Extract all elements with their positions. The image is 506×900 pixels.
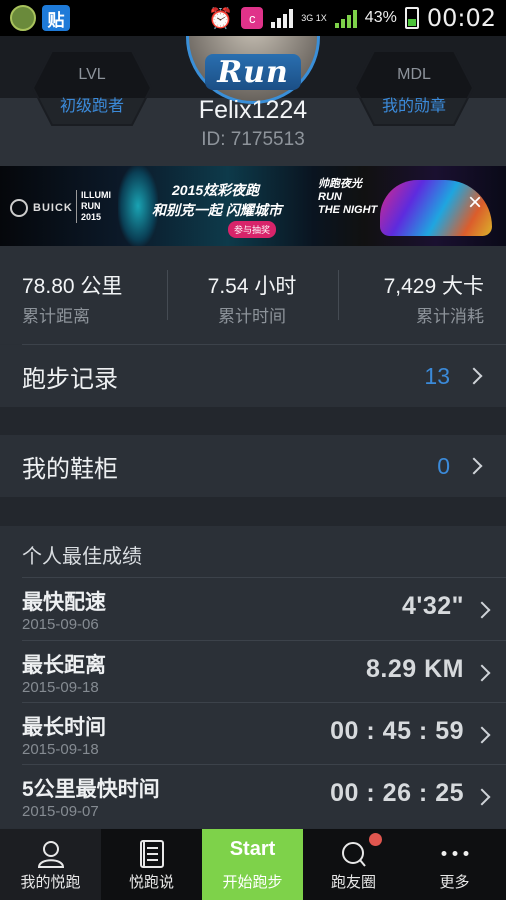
banner-slogan: 帅跑夜光 RUN THE NIGHT (318, 178, 378, 216)
close-icon[interactable]: × (462, 189, 488, 216)
medal-badge-top: MDL (397, 66, 431, 83)
stat-time: 7.54 小时 累计时间 (168, 246, 336, 344)
pb-value: 8.29 KM (366, 655, 464, 683)
buick-logo (10, 199, 28, 217)
profile-header: Run LVL 初级跑者 MDL 我的勋章 Felix1224 ID: 7175… (0, 36, 506, 166)
banner-subtitle: 和别克一起 闪耀城市 (152, 202, 282, 218)
nav-label: 悦跑说 (128, 874, 174, 891)
chat-bubble-icon (341, 842, 366, 867)
stat-value: 7,429 大卡 (383, 275, 484, 298)
nav-friends[interactable]: 跑友圈 (303, 829, 404, 900)
pb-name: 最长距离 (22, 654, 106, 677)
pb-value: 00 : 26 : 25 (330, 779, 464, 807)
ad-banner[interactable]: BUICK ILLUMI RUN 2015 2015炫彩夜跑 和别克一起 闪耀城… (0, 166, 506, 246)
stats-summary: 78.80 公里 累计距离 7.54 小时 累计时间 7,429 大卡 累计消耗 (0, 246, 506, 344)
nav-label: 我的悦跑 (20, 874, 81, 891)
running-records-row[interactable]: 跑步记录 13 (0, 345, 506, 407)
nav-yuepao-talk[interactable]: 悦跑说 (101, 829, 202, 900)
chevron-right-icon (473, 726, 491, 744)
nav-label: 跑友圈 (330, 874, 376, 891)
pb-date: 2015-09-18 (22, 679, 99, 696)
pb-date: 2015-09-06 (22, 616, 99, 633)
more-icon (441, 851, 468, 856)
start-run-button[interactable]: Start 开始跑步 (202, 829, 303, 900)
shoe-cabinet-count: 0 (437, 452, 450, 479)
stat-label: 累计距离 (22, 307, 90, 326)
chevron-right-icon (473, 788, 491, 806)
personal-best-row-5k[interactable]: 5公里最快时间 2015-09-07 00 : 26 : 25 (0, 765, 506, 827)
stat-label: 累计时间 (218, 307, 286, 326)
pb-value: 00 : 45 : 59 (330, 717, 464, 745)
personal-best-row-duration[interactable]: 最长时间 2015-09-18 00 : 45 : 59 (0, 703, 506, 765)
personal-best-row-distance[interactable]: 最长距离 2015-09-18 8.29 KM (0, 641, 506, 703)
bottom-nav: 我的悦跑 悦跑说 Start 开始跑步 跑友圈 更多 (0, 829, 506, 900)
wifi-signal-icon (271, 8, 294, 28)
running-records-label: 跑步记录 (22, 365, 118, 393)
clock: 00:02 (426, 4, 496, 32)
run-badge: Run (205, 54, 301, 90)
nav-label: 更多 (439, 874, 470, 891)
section-gap (0, 407, 506, 435)
battery-icon (404, 7, 419, 29)
notebook-icon (139, 840, 164, 868)
app-icon (10, 5, 36, 31)
notification-app-icon: c (241, 7, 264, 29)
start-label-en: Start (229, 837, 276, 860)
banner-illumi: ILLUMI RUN 2015 (76, 190, 111, 223)
chevron-right-icon (465, 457, 483, 475)
personal-best-heading: 个人最佳成绩 (22, 546, 142, 568)
pb-name: 最快配速 (22, 591, 106, 614)
banner-title: 2015炫彩夜跑 (172, 182, 260, 198)
battery-percent: 43% (364, 9, 397, 26)
personal-best-row-pace[interactable]: 最快配速 2015-09-06 4'32" (0, 578, 506, 640)
nav-more[interactable]: 更多 (404, 829, 505, 900)
banner-lottery-button[interactable]: 参与抽奖 (228, 221, 277, 238)
alarm-icon: ⏰ (208, 7, 234, 30)
notification-dot (369, 833, 382, 846)
pb-name: 最长时间 (22, 716, 106, 739)
stat-value: 7.54 小时 (207, 275, 297, 298)
stat-label: 累计消耗 (416, 307, 484, 326)
stat-value: 78.80 公里 (22, 275, 123, 298)
level-badge-top: LVL (78, 66, 106, 83)
pb-date: 2015-09-18 (22, 741, 99, 758)
pb-value: 4'32" (401, 592, 464, 620)
shoe-cabinet-label: 我的鞋柜 (22, 455, 118, 483)
tieba-icon: 贴 (42, 5, 70, 31)
running-records-count: 13 (424, 362, 450, 389)
personal-best-section: 个人最佳成绩 最快配速 2015-09-06 4'32" 最长距离 2015-0… (0, 526, 506, 828)
section-gap (0, 497, 506, 526)
stat-calories: 7,429 大卡 累计消耗 (338, 246, 506, 344)
chevron-right-icon (465, 367, 483, 385)
user-id: ID: 7175513 (201, 129, 305, 150)
network-type: 3G 1X (301, 12, 327, 23)
chevron-right-icon (473, 601, 491, 619)
nav-my-yuepao[interactable]: 我的悦跑 (0, 829, 101, 900)
status-bar: 贴 ⏰ c 3G 1X 43% 00:02 (0, 0, 506, 36)
chevron-right-icon (473, 664, 491, 682)
cell-signal-icon (334, 8, 357, 28)
banner-brand: BUICK (33, 202, 73, 214)
stat-distance: 78.80 公里 累计距离 (0, 246, 168, 344)
shoe-cabinet-row[interactable]: 我的鞋柜 0 (0, 435, 506, 497)
person-icon (37, 841, 64, 868)
username: Felix1224 (198, 96, 308, 124)
start-label-cn: 开始跑步 (222, 873, 283, 891)
pb-date: 2015-09-07 (22, 803, 99, 820)
pb-name: 5公里最快时间 (22, 778, 160, 801)
